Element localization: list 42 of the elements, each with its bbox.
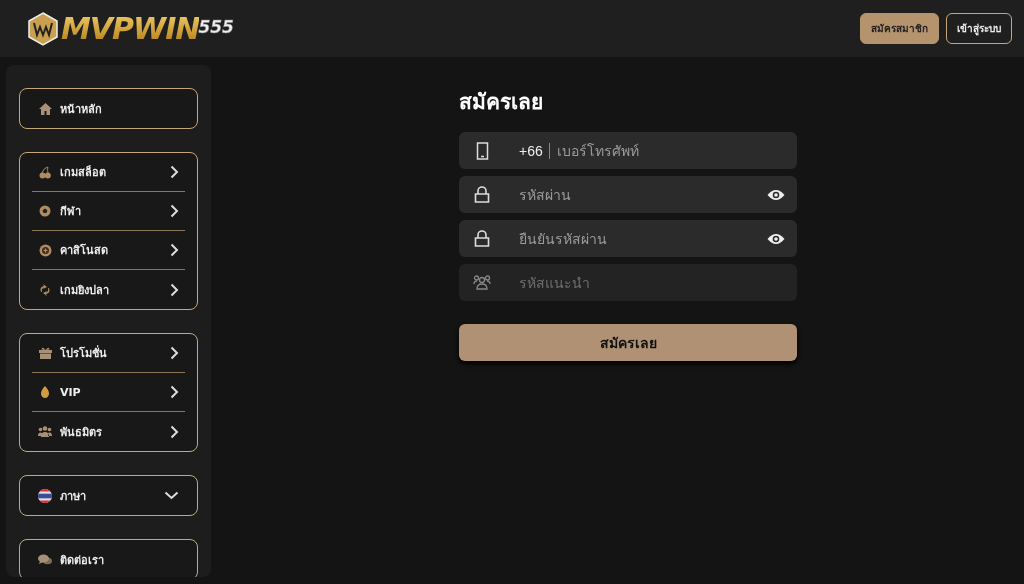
chevron-right-icon [170, 204, 179, 218]
menu-item[interactable]: กีฬา [32, 192, 185, 231]
people-icon [38, 426, 52, 437]
chevron-right-icon [170, 424, 179, 439]
password-field[interactable]: รหัสผ่าน [459, 176, 797, 213]
chevron-right-icon [170, 346, 179, 360]
menu-item[interactable]: คาสิโนสด [32, 231, 185, 270]
menu-item[interactable]: VIP [32, 373, 185, 412]
swirl-icon [39, 283, 51, 296]
chevron-right-icon [170, 385, 179, 399]
menu-item[interactable]: เกมสล็อต [32, 153, 185, 192]
menu-item[interactable]: พันธมิตร [32, 412, 185, 451]
chevron-right-icon [170, 165, 179, 179]
home-icon [38, 102, 52, 115]
lock-icon [474, 186, 490, 203]
menu-item[interactable]: หน้าหลัก [32, 89, 185, 128]
cherries-icon [39, 165, 51, 179]
chat-icon [38, 553, 52, 566]
menu-item[interactable]: โปรโมชั่น [32, 334, 185, 373]
phone-field[interactable]: +66 เบอร์โทรศัพท์ [459, 132, 797, 169]
register-button[interactable]: สมัครสมาชิก [860, 13, 939, 44]
login-button[interactable]: เข้าสู่ระบบ [946, 13, 1012, 44]
password-field[interactable]: ยืนยันรหัสผ่าน [459, 220, 797, 257]
chevron-right-icon [170, 282, 179, 297]
people-icon [473, 275, 491, 290]
ball-icon [39, 205, 51, 217]
gift-icon [38, 347, 52, 359]
logo-icon [28, 11, 58, 46]
eye-icon[interactable] [767, 188, 785, 201]
submit-button[interactable]: สมัครเลย [459, 324, 797, 361]
chevron-down-icon [164, 491, 179, 500]
eye-icon[interactable] [767, 232, 785, 245]
menu-item[interactable]: เกมยิงปลา [32, 270, 185, 309]
form-title: สมัครเลย [459, 89, 544, 116]
logo-number: 555 [198, 17, 234, 37]
menu-item[interactable]: ติดต่อเรา [32, 540, 185, 577]
phone-icon [475, 141, 489, 160]
lock-icon [474, 230, 490, 247]
chip-icon [38, 243, 52, 257]
chevron-right-icon [170, 243, 179, 257]
language-dropdown[interactable]: ภาษา [32, 476, 185, 515]
flag-icon [38, 488, 52, 503]
